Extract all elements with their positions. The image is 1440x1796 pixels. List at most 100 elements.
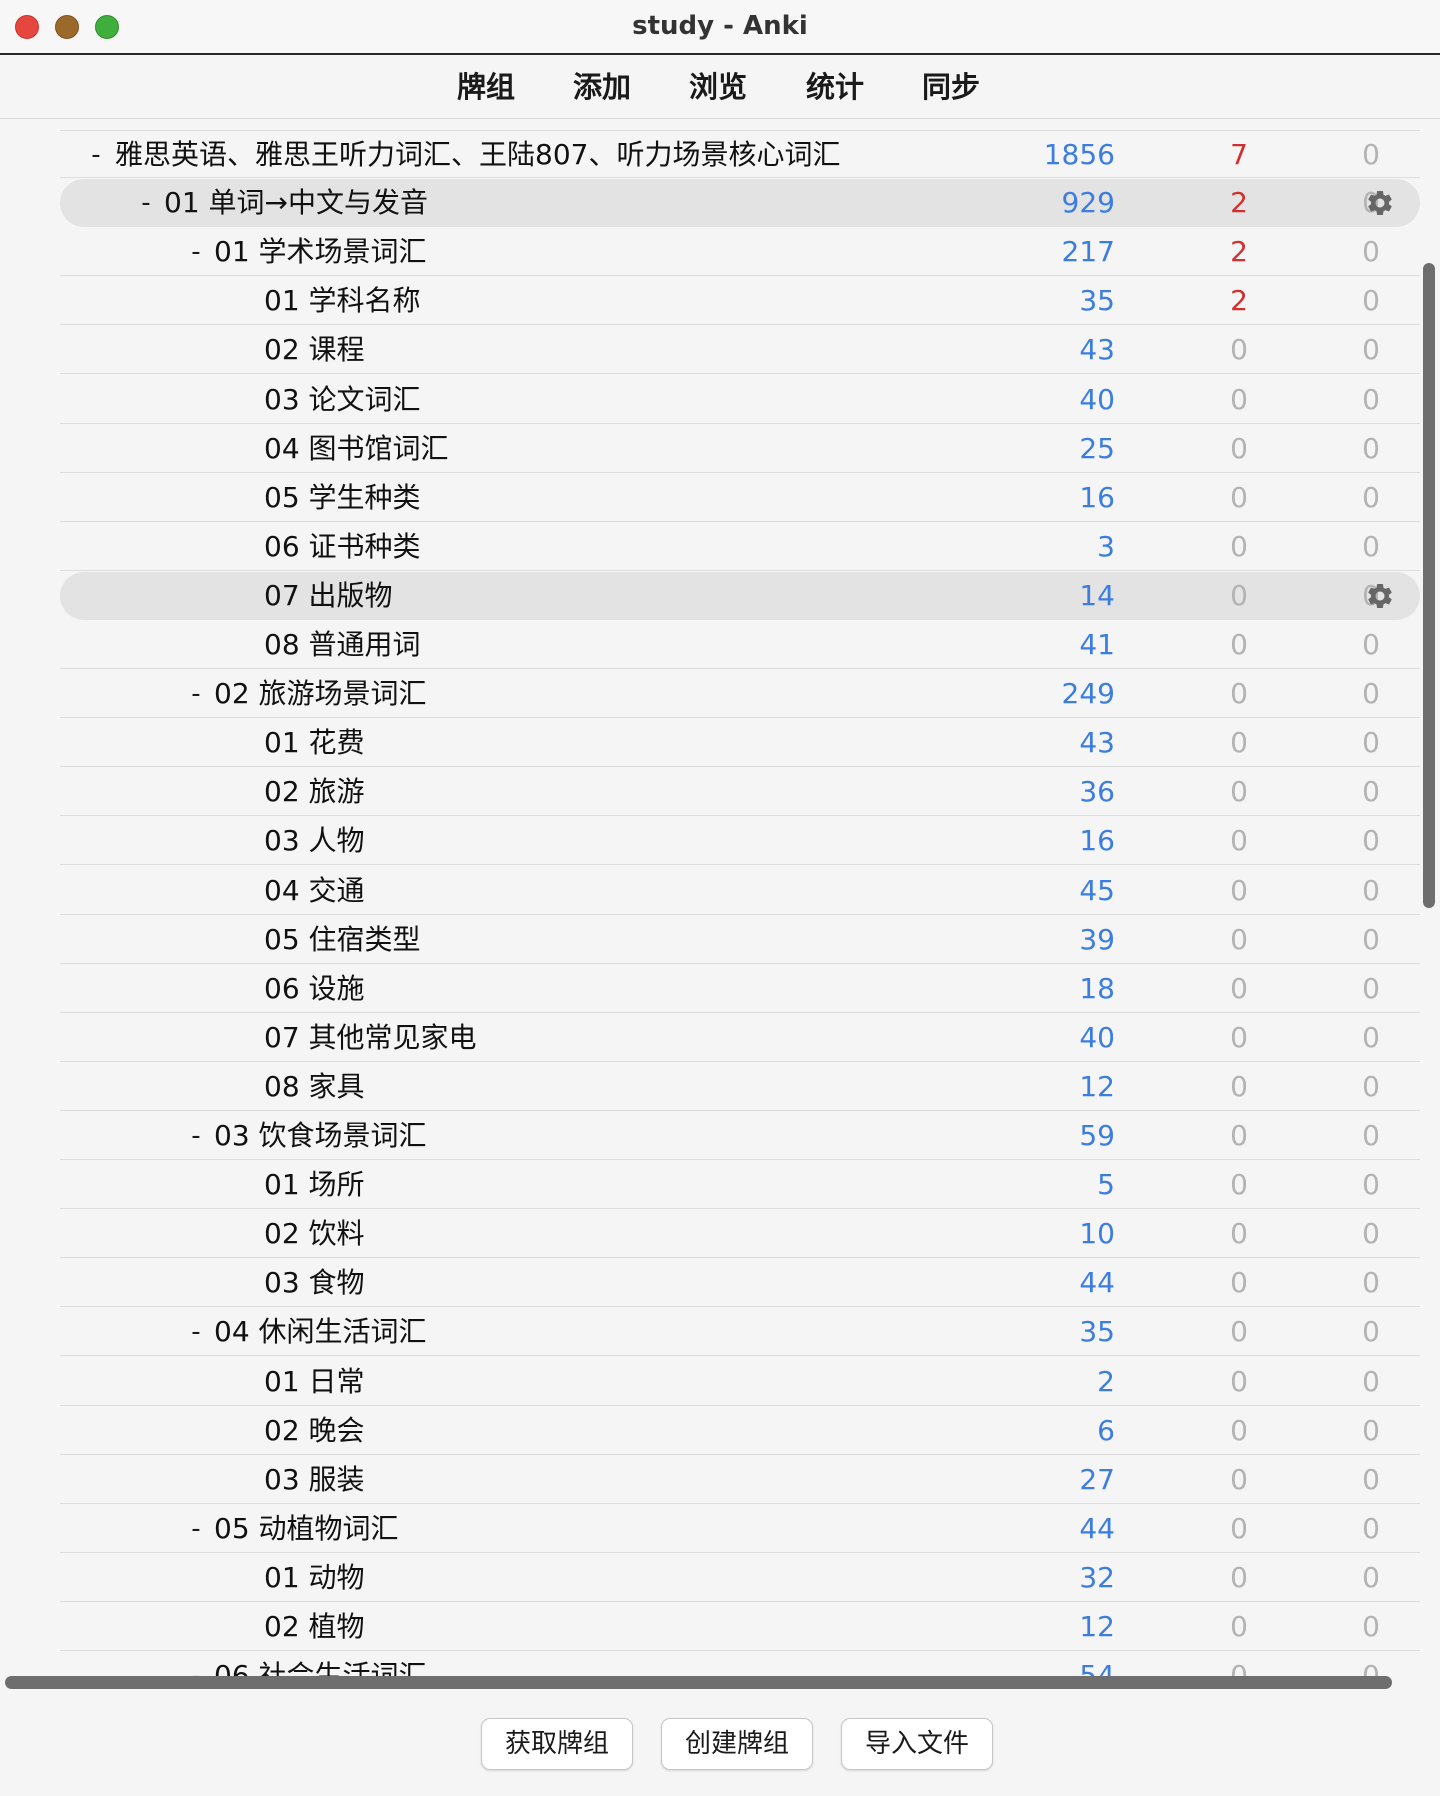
deck-row[interactable]: 04 交通 45 0 0 bbox=[60, 867, 1420, 915]
deck-row[interactable]: 03 服装 27 0 0 bbox=[60, 1456, 1420, 1504]
deck-row[interactable]: 02 植物 12 0 0 bbox=[60, 1603, 1420, 1651]
deck-name[interactable]: 02 饮料 bbox=[264, 1210, 365, 1258]
collapse-toggle[interactable]: - bbox=[185, 1112, 207, 1160]
deck-row[interactable]: -02 旅游场景词汇 249 0 0 bbox=[60, 670, 1420, 719]
deck-name[interactable]: 07 其他常见家电 bbox=[264, 1014, 477, 1062]
deck-name[interactable]: 01 花费 bbox=[264, 719, 365, 767]
deck-row[interactable]: 06 设施 18 0 0 bbox=[60, 965, 1420, 1013]
deck-name[interactable]: 05 住宿类型 bbox=[264, 916, 421, 964]
deck-name[interactable]: 02 课程 bbox=[264, 326, 365, 374]
toolbar-add[interactable]: 添加 bbox=[573, 63, 631, 111]
new-count: 27 bbox=[1079, 1462, 1115, 1496]
due-count: 0 bbox=[1362, 1217, 1380, 1251]
deck-row[interactable]: 02 旅游 36 0 0 bbox=[60, 768, 1420, 817]
learning-count: 0 bbox=[1230, 1020, 1248, 1054]
deck-row[interactable]: 01 花费 43 0 0 bbox=[60, 719, 1420, 768]
deck-name[interactable]: 01 学术场景词汇 bbox=[214, 228, 427, 276]
deck-row[interactable]: 07 其他常见家电 40 0 0 bbox=[60, 1014, 1420, 1062]
get-shared-button[interactable]: 获取牌组 bbox=[481, 1718, 633, 1770]
deck-name[interactable]: 02 旅游 bbox=[264, 768, 365, 816]
new-count: 45 bbox=[1079, 873, 1115, 907]
gear-icon[interactable] bbox=[1365, 581, 1395, 611]
deck-name[interactable]: 雅思英语、雅思王听力词汇、王陆807、听力场景核心词汇 bbox=[115, 131, 840, 179]
deck-row[interactable]: -05 动植物词汇 44 0 0 bbox=[60, 1505, 1420, 1553]
deck-row[interactable]: 07 出版物 14 00 bbox=[60, 571, 1420, 620]
due-count: 0 bbox=[1362, 382, 1380, 416]
new-count: 43 bbox=[1079, 726, 1115, 760]
deck-row[interactable]: 05 学生种类 16 0 0 bbox=[60, 474, 1420, 522]
collapse-toggle[interactable]: - bbox=[85, 131, 107, 179]
collapse-toggle[interactable]: - bbox=[135, 179, 157, 227]
deck-name[interactable]: 01 场所 bbox=[264, 1161, 365, 1209]
deck-row[interactable]: -01 学术场景词汇 217 2 0 bbox=[60, 228, 1420, 277]
deck-name[interactable]: 05 学生种类 bbox=[264, 474, 421, 522]
vertical-scrollbar[interactable] bbox=[1423, 263, 1435, 908]
deck-row[interactable]: 01 动物 32 0 0 bbox=[60, 1554, 1420, 1602]
deck-name[interactable]: 04 图书馆词汇 bbox=[264, 425, 449, 473]
deck-row[interactable]: 03 论文词汇 40 0 0 bbox=[60, 376, 1420, 424]
deck-row[interactable]: 06 证书种类 3 0 0 bbox=[60, 523, 1420, 571]
toolbar-sync[interactable]: 同步 bbox=[922, 63, 980, 111]
deck-name[interactable]: 04 休闲生活词汇 bbox=[214, 1308, 427, 1356]
due-count: 0 bbox=[1362, 824, 1380, 858]
due-count: 0 bbox=[1362, 333, 1380, 367]
deck-row[interactable]: -01 单词→中文与发音 929 20 bbox=[60, 179, 1420, 228]
due-count: 0 bbox=[1362, 677, 1380, 711]
learning-count: 0 bbox=[1230, 824, 1248, 858]
deck-name[interactable]: 03 人物 bbox=[264, 817, 365, 865]
deck-row[interactable]: 08 普通用词 41 0 0 bbox=[60, 621, 1420, 669]
due-count: 0 bbox=[1362, 1168, 1380, 1202]
collapse-toggle[interactable]: - bbox=[185, 670, 207, 718]
deck-name[interactable]: 01 单词→中文与发音 bbox=[164, 179, 428, 227]
deck-name[interactable]: 01 日常 bbox=[264, 1358, 365, 1406]
deck-row[interactable]: 08 家具 12 0 0 bbox=[60, 1063, 1420, 1111]
deck-name[interactable]: 08 家具 bbox=[264, 1063, 365, 1111]
learning-count: 0 bbox=[1230, 1217, 1248, 1251]
import-file-button[interactable]: 导入文件 bbox=[841, 1718, 993, 1770]
deck-name[interactable]: 02 植物 bbox=[264, 1603, 365, 1651]
deck-name[interactable]: 01 动物 bbox=[264, 1554, 365, 1602]
create-deck-button[interactable]: 创建牌组 bbox=[661, 1718, 813, 1770]
learning-count: 0 bbox=[1230, 677, 1248, 711]
deck-name[interactable]: 07 出版物 bbox=[264, 572, 393, 620]
deck-name[interactable]: 05 动植物词汇 bbox=[214, 1505, 399, 1553]
learning-count: 0 bbox=[1230, 1168, 1248, 1202]
deck-name[interactable]: 03 食物 bbox=[264, 1259, 365, 1307]
deck-row[interactable]: 02 饮料 10 0 0 bbox=[60, 1210, 1420, 1259]
deck-name[interactable]: 06 证书种类 bbox=[264, 523, 421, 571]
deck-row[interactable]: 04 图书馆词汇 25 0 0 bbox=[60, 425, 1420, 473]
deck-row[interactable]: 03 人物 16 0 0 bbox=[60, 817, 1420, 866]
deck-row[interactable]: -04 休闲生活词汇 35 0 0 bbox=[60, 1308, 1420, 1357]
learning-count: 0 bbox=[1230, 578, 1248, 612]
toolbar-stats[interactable]: 统计 bbox=[806, 63, 864, 111]
deck-row[interactable]: -03 饮食场景词汇 59 0 0 bbox=[60, 1112, 1420, 1160]
deck-name[interactable]: 03 饮食场景词汇 bbox=[214, 1112, 427, 1160]
deck-row[interactable]: 01 场所 5 0 0 bbox=[60, 1161, 1420, 1210]
new-count: 6 bbox=[1097, 1413, 1115, 1447]
deck-row[interactable]: 05 住宿类型 39 0 0 bbox=[60, 916, 1420, 964]
collapse-toggle[interactable]: - bbox=[185, 1505, 207, 1553]
deck-name[interactable]: 08 普通用词 bbox=[264, 621, 421, 669]
deck-row[interactable]: 01 学科名称 35 2 0 bbox=[60, 277, 1420, 326]
deck-name[interactable]: 06 设施 bbox=[264, 965, 365, 1013]
deck-name[interactable]: 02 晚会 bbox=[264, 1407, 365, 1455]
gear-icon[interactable] bbox=[1365, 188, 1395, 218]
deck-name[interactable]: 01 学科名称 bbox=[264, 277, 421, 325]
deck-row[interactable]: 03 食物 44 0 0 bbox=[60, 1259, 1420, 1308]
horizontal-scrollbar[interactable] bbox=[5, 1676, 1392, 1689]
deck-name[interactable]: 03 论文词汇 bbox=[264, 376, 421, 424]
deck-row[interactable]: 02 晚会 6 0 0 bbox=[60, 1407, 1420, 1455]
collapse-toggle[interactable]: - bbox=[185, 228, 207, 276]
deck-row[interactable]: - 雅思英语、雅思王听力词汇、王陆807、听力场景核心词汇 1856 7 0 bbox=[60, 130, 1420, 178]
due-count: 0 bbox=[1362, 284, 1380, 318]
collapse-toggle[interactable]: - bbox=[185, 1308, 207, 1356]
toolbar-browse[interactable]: 浏览 bbox=[689, 63, 747, 111]
toolbar-decks[interactable]: 牌组 bbox=[457, 63, 515, 111]
anki-main-window: study - Anki 牌组 添加 浏览 统计 同步 - 雅思英语、雅思王听力词… bbox=[0, 0, 1440, 1796]
deck-name[interactable]: 03 服装 bbox=[264, 1456, 365, 1504]
deck-name[interactable]: 02 旅游场景词汇 bbox=[214, 670, 427, 718]
deck-name[interactable]: 04 交通 bbox=[264, 867, 365, 915]
deck-row[interactable]: 01 日常 2 0 0 bbox=[60, 1358, 1420, 1406]
due-count: 0 bbox=[1362, 922, 1380, 956]
deck-row[interactable]: 02 课程 43 0 0 bbox=[60, 326, 1420, 375]
